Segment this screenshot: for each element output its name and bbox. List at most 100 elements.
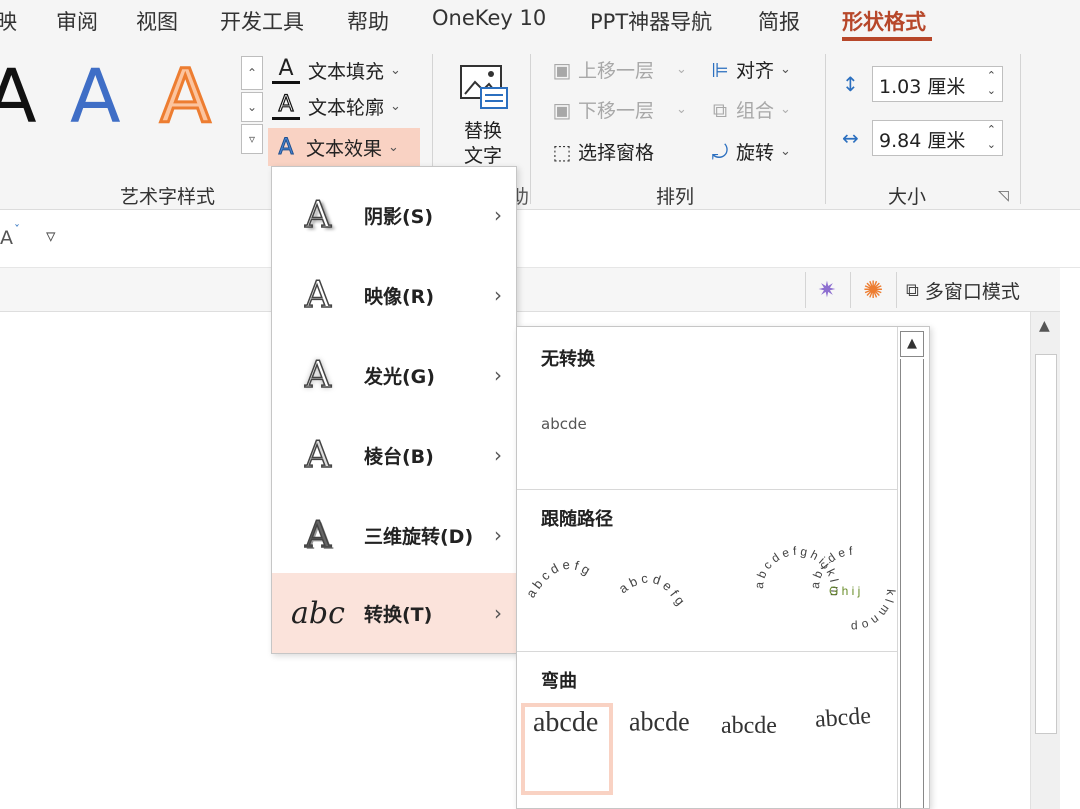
- menu-item-3d-rotation[interactable]: A 三维旋转(D) ›: [272, 495, 516, 575]
- ribbon: A A A ⌃ ⌄ ▿ A 文本填充 ⌄ A 文本轮廓 ⌄ A 文本效果 ⌄ 艺…: [0, 44, 1080, 210]
- shape-height-row: ↕ 1.03 厘米 ⌃ ⌄: [842, 66, 1003, 102]
- group-separator: [1020, 54, 1021, 204]
- bevel-icon: A: [304, 434, 332, 477]
- tab-help[interactable]: 帮助: [347, 6, 389, 36]
- menu-item-label: 发光(G): [364, 365, 435, 388]
- chevron-down-icon: ⌄: [676, 102, 687, 117]
- wordart-style-orange[interactable]: A: [159, 59, 213, 136]
- tab-shape-format[interactable]: 形状格式: [842, 6, 926, 36]
- active-tab-indicator: [842, 37, 932, 41]
- alt-text-label-1: 替换: [463, 120, 502, 142]
- chevron-down-icon: ⌄: [780, 102, 791, 117]
- height-icon: ↕: [842, 72, 859, 96]
- gallery-scroll-down[interactable]: ⌄: [241, 92, 263, 122]
- reflection-icon: A: [304, 274, 332, 317]
- height-spinner[interactable]: ⌃ ⌄: [987, 68, 996, 98]
- chevron-right-icon: ›: [494, 601, 502, 625]
- chevron-right-icon: ›: [494, 523, 502, 547]
- shape-height-input[interactable]: 1.03 厘米 ⌃ ⌄: [872, 66, 1003, 102]
- align-button[interactable]: ⊫ 对齐 ⌄: [706, 56, 791, 83]
- text-outline-label: 文本轮廓: [308, 96, 385, 119]
- scroll-thumb[interactable]: [1035, 354, 1057, 734]
- magic-wand-icon[interactable]: ✷: [812, 270, 842, 310]
- menu-item-label: 棱台(B): [364, 445, 434, 468]
- scroll-track[interactable]: [900, 359, 924, 808]
- windows-icon: ⧉: [906, 279, 919, 301]
- document-scrollbar[interactable]: ▲: [1030, 312, 1060, 809]
- tab-review[interactable]: 审阅: [56, 6, 98, 36]
- selection-pane-label: 选择窗格: [578, 142, 655, 164]
- send-backward-button[interactable]: ▣ 下移一层 ⌄: [548, 96, 687, 123]
- button-option-center: G h i j: [829, 584, 860, 598]
- chevron-down-icon: ⌄: [780, 62, 791, 77]
- text-fill-icon: A: [272, 56, 300, 84]
- wave-option[interactable]: a b c d e f g: [616, 570, 688, 608]
- text-outline-icon: A: [272, 91, 300, 120]
- tab-briefing[interactable]: 简报: [758, 6, 800, 36]
- gear-icon[interactable]: ✺: [858, 270, 888, 310]
- wordart-group-label: 艺术字样式: [120, 186, 216, 208]
- divider: [517, 651, 897, 652]
- group-separator: [825, 54, 826, 204]
- tab-ppt-navigator[interactable]: PPT神器导航: [590, 6, 712, 36]
- gallery-scroll-up[interactable]: ⌃: [241, 56, 263, 90]
- text-effect-label: 文本效果: [306, 137, 383, 160]
- tab-slideshow[interactable]: 映: [0, 6, 17, 36]
- text-effect-icon: A: [278, 134, 294, 160]
- send-backward-icon: ▣: [552, 97, 572, 122]
- scroll-up-icon[interactable]: ▲: [1039, 318, 1050, 334]
- chevron-down-icon: ⌄: [676, 62, 687, 77]
- tab-view[interactable]: 视图: [136, 6, 178, 36]
- transform-gallery: 无转换 abcde 跟随路径 a b c d e f g a b c d e f…: [516, 326, 930, 809]
- chevron-down-icon: ⌄: [780, 144, 791, 159]
- selection-pane-button[interactable]: ⬚ 选择窗格: [548, 138, 654, 165]
- glow-icon: A: [304, 354, 332, 397]
- gallery-expand[interactable]: ▿: [241, 124, 263, 154]
- menu-item-bevel[interactable]: A 棱台(B) ›: [272, 415, 516, 495]
- size-dialog-launcher-icon[interactable]: ◹: [998, 188, 1009, 204]
- rotate-label: 旋转: [736, 142, 775, 164]
- tab-developer[interactable]: 开发工具: [220, 6, 304, 36]
- wordart-style-blue[interactable]: A: [70, 60, 121, 134]
- menu-item-glow[interactable]: A 发光(G) ›: [272, 335, 516, 415]
- group-button[interactable]: ⧉ 组合 ⌄: [706, 96, 791, 123]
- quick-toolbar: A ˇ ▿: [0, 211, 1080, 268]
- divider: [805, 272, 806, 308]
- warp-triangle-option[interactable]: abcde: [629, 706, 690, 738]
- width-spinner[interactable]: ⌃ ⌄: [987, 122, 996, 152]
- chevron-right-icon: ›: [494, 283, 502, 307]
- menu-item-label: 映像(R): [364, 285, 434, 308]
- font-size-button[interactable]: A: [0, 227, 13, 249]
- alt-text-button[interactable]: 替换 文字: [450, 62, 516, 169]
- window-infobar: ✷ ✺ ⧉ 多窗口模式: [0, 268, 1060, 312]
- no-transform-heading: 无转换: [541, 349, 595, 370]
- wordart-style-black[interactable]: A: [0, 60, 37, 134]
- menu-item-reflection[interactable]: A 映像(R) ›: [272, 255, 516, 335]
- warp-heading: 弯曲: [541, 671, 577, 692]
- multi-window-button[interactable]: ⧉ 多窗口模式: [906, 270, 1020, 310]
- scroll-up-icon[interactable]: ▲: [900, 331, 924, 357]
- text-fill-button[interactable]: A 文本填充 ⌄: [272, 54, 401, 86]
- warp-plain-option[interactable]: abcde: [533, 707, 598, 739]
- follow-path-options[interactable]: a b c d e f g a b c d e f g a b c d e f …: [523, 539, 897, 643]
- bring-forward-icon: ▣: [552, 57, 572, 82]
- bring-forward-button[interactable]: ▣ 上移一层 ⌄: [548, 56, 687, 83]
- rotate-button[interactable]: ⤾ 旋转 ⌄: [706, 138, 791, 165]
- menu-item-shadow[interactable]: A 阴影(S) ›: [272, 175, 516, 255]
- arch-up-option[interactable]: a b c d e f g: [523, 557, 593, 601]
- menu-item-transform[interactable]: abc 转换(T) ›: [272, 573, 516, 653]
- bring-forward-label: 上移一层: [578, 60, 655, 82]
- warp-chevron-option[interactable]: abcde: [721, 713, 777, 740]
- 3d-rotation-icon: A: [304, 514, 332, 557]
- warp-arch-option[interactable]: abcde: [814, 703, 872, 734]
- text-outline-button[interactable]: A 文本轮廓 ⌄: [272, 90, 401, 122]
- no-transform-option[interactable]: abcde: [541, 415, 587, 433]
- toolbar-more-button[interactable]: ▿: [46, 225, 56, 247]
- text-effect-button[interactable]: A 文本效果 ⌄: [268, 128, 420, 166]
- menu-item-label: 三维旋转(D): [364, 525, 474, 548]
- arrange-group-label: 排列: [656, 186, 695, 208]
- gallery-scrollbar[interactable]: ▲: [897, 327, 925, 808]
- tab-onekey[interactable]: OneKey 10: [432, 6, 546, 30]
- text-effect-menu: A 阴影(S) › A 映像(R) › A 发光(G) › A 棱台(B) › …: [271, 166, 517, 654]
- shape-width-input[interactable]: 9.84 厘米 ⌃ ⌄: [872, 120, 1003, 156]
